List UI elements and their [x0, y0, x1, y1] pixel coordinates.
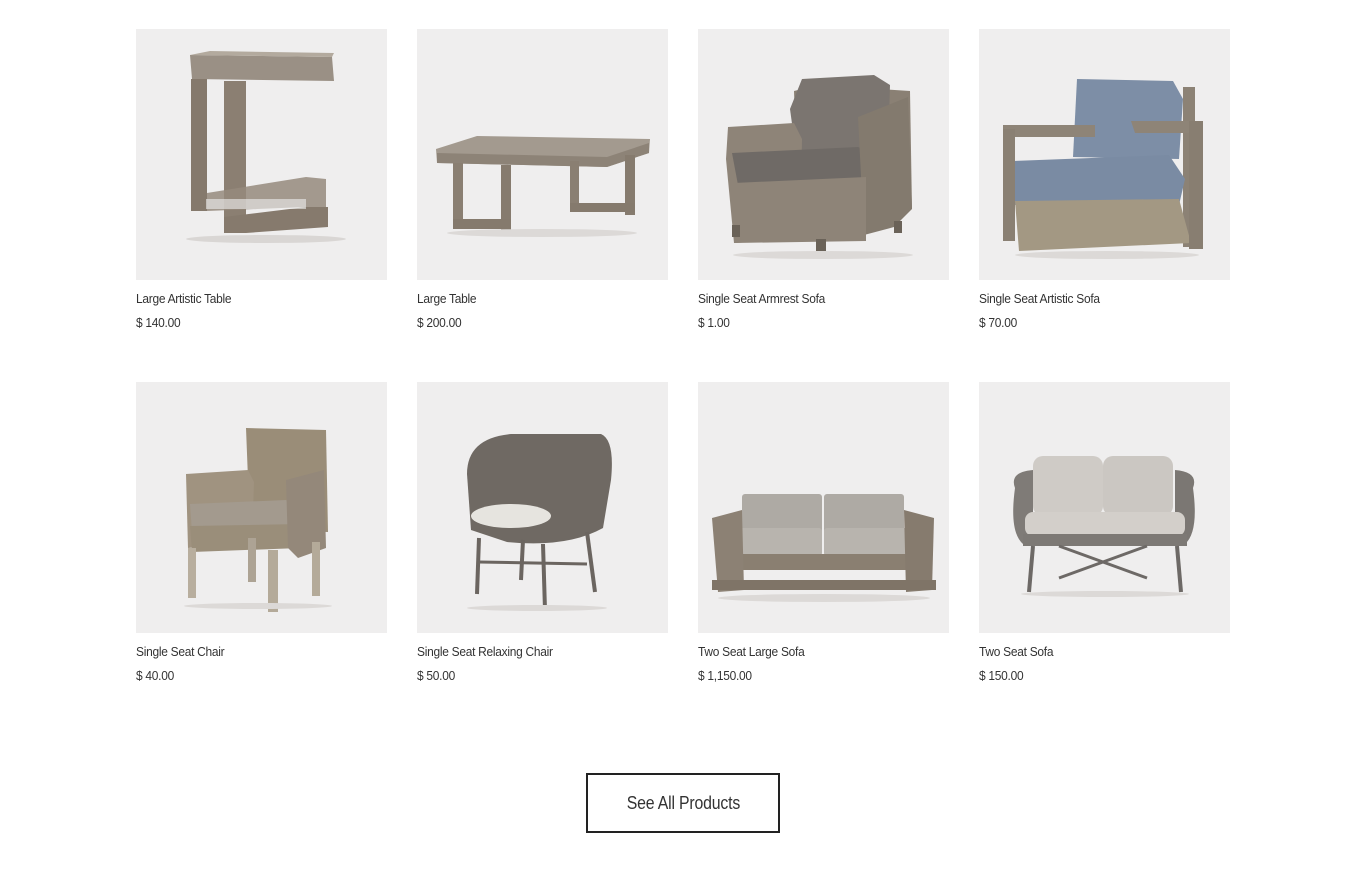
product-price: $ 200.00	[417, 315, 462, 330]
wicker-loveseat-image	[979, 382, 1230, 633]
product-price: $ 70.00	[979, 315, 1017, 330]
product-name[interactable]: Single Seat Artistic Sofa	[979, 290, 1210, 308]
product-name[interactable]: Single Seat Armrest Sofa	[698, 290, 929, 308]
product-image[interactable]	[417, 29, 668, 280]
product-card[interactable]: Single Seat Chair $ 40.00	[136, 382, 387, 735]
product-name[interactable]: Single Seat Chair	[136, 643, 367, 661]
wood-loveseat-image	[698, 382, 949, 633]
product-image[interactable]	[979, 382, 1230, 633]
see-all-products-label: See All Products	[626, 792, 740, 813]
product-price: $ 50.00	[417, 668, 455, 683]
product-price: $ 150.00	[979, 668, 1024, 683]
product-grid: Large Artistic Table $ 140.00 Large Tabl…	[136, 29, 1230, 735]
product-card[interactable]: Single Seat Armrest Sofa $ 1.00	[698, 29, 949, 382]
wood-coffee-table-image	[417, 29, 668, 280]
see-all-products-button[interactable]: See All Products	[586, 773, 780, 833]
product-image[interactable]	[136, 382, 387, 633]
wicker-dining-chair-image	[136, 382, 387, 633]
product-name[interactable]: Two Seat Large Sofa	[698, 643, 929, 661]
product-name[interactable]: Large Artistic Table	[136, 290, 367, 308]
product-image[interactable]	[698, 29, 949, 280]
wood-frame-armchair-image	[979, 29, 1230, 280]
product-card[interactable]: Large Table $ 200.00	[417, 29, 668, 382]
product-price: $ 1,150.00	[698, 668, 752, 683]
product-card[interactable]: Large Artistic Table $ 140.00	[136, 29, 387, 382]
product-card[interactable]: Single Seat Artistic Sofa $ 70.00	[979, 29, 1230, 382]
product-image[interactable]	[979, 29, 1230, 280]
product-price: $ 1.00	[698, 315, 730, 330]
wicker-lounge-chair-image	[417, 382, 668, 633]
product-name[interactable]: Two Seat Sofa	[979, 643, 1210, 661]
product-price: $ 40.00	[136, 668, 174, 683]
product-image[interactable]	[698, 382, 949, 633]
product-card[interactable]: Two Seat Sofa $ 150.00	[979, 382, 1230, 735]
c-shaped-side-table-image	[136, 29, 387, 280]
product-card[interactable]: Single Seat Relaxing Chair $ 50.00	[417, 382, 668, 735]
product-image[interactable]	[417, 382, 668, 633]
product-card[interactable]: Two Seat Large Sofa $ 1,150.00	[698, 382, 949, 735]
product-price: $ 140.00	[136, 315, 181, 330]
wicker-armchair-image	[698, 29, 949, 280]
product-image[interactable]	[136, 29, 387, 280]
product-name[interactable]: Single Seat Relaxing Chair	[417, 643, 648, 661]
product-name[interactable]: Large Table	[417, 290, 648, 308]
